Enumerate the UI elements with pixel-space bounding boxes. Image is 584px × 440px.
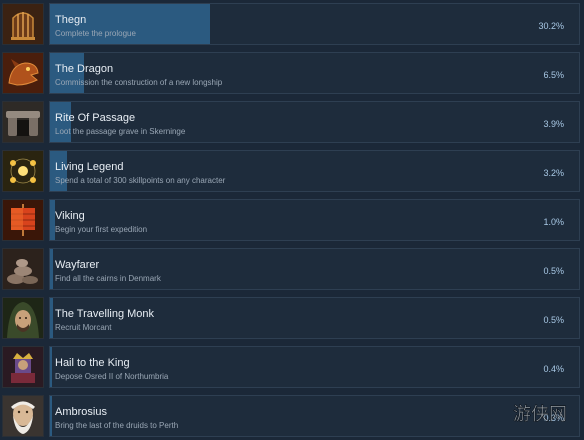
unlock-percentage: 3.2% (543, 168, 564, 178)
king-icon (2, 346, 44, 388)
unlock-percentage: 1.0% (543, 217, 564, 227)
achievement-title: Viking (55, 210, 85, 222)
achievement-description: Recruit Morcant (55, 323, 112, 332)
achievement-title: Ambrosius (55, 406, 107, 418)
unlock-rate-bar (50, 249, 53, 289)
achievement-list: Thegn Complete the prologue 30.2% The Drago… (0, 0, 584, 440)
achievement-panel: Rite Of Passage Loot the passage grave in… (49, 101, 580, 143)
achievement-row-viking[interactable]: Viking Begin your first expedition 1.0% (0, 197, 584, 243)
achievement-title: Thegn (55, 14, 87, 26)
achievement-panel: The Dragon Commission the construction of… (49, 52, 580, 94)
achievement-row-rite-of-passage[interactable]: Rite Of Passage Loot the passage grave in… (0, 99, 584, 145)
achievement-title: Wayfarer (55, 259, 100, 271)
dragon-head-icon (2, 52, 44, 94)
hooded-monk-icon (2, 297, 44, 339)
achievement-description: Find all the cairns in Denmark (55, 274, 161, 283)
achievement-description: Spend a total of 300 skillpoints on any … (55, 176, 226, 185)
unlock-percentage: 0.4% (543, 364, 564, 374)
achievement-description: Complete the prologue (55, 29, 136, 38)
unlock-percentage: 3.9% (543, 119, 564, 129)
achievement-panel: The Travelling Monk Recruit Morcant 0.5% (49, 297, 580, 339)
achievement-row-hail-to-the-king[interactable]: Hail to the King Depose Osred II of North… (0, 344, 584, 390)
achievement-row-the-travelling-monk[interactable]: The Travelling Monk Recruit Morcant 0.5% (0, 295, 584, 341)
achievement-title: Living Legend (55, 161, 124, 173)
achievement-row-living-legend[interactable]: Living Legend Spend a total of 300 skillp… (0, 148, 584, 194)
unlock-percentage: 0.3% (543, 413, 564, 423)
cairn-icon (2, 248, 44, 290)
achievement-panel: Wayfarer Find all the cairns in Denmark 0.… (49, 248, 580, 290)
achievement-row-the-dragon[interactable]: The Dragon Commission the construction of… (0, 50, 584, 96)
achievement-row-wayfarer[interactable]: Wayfarer Find all the cairns in Denmark 0.… (0, 246, 584, 292)
achievement-title: Hail to the King (55, 357, 130, 369)
sail-icon (2, 199, 44, 241)
achievement-panel: Viking Begin your first expedition 1.0% (49, 199, 580, 241)
unlock-percentage: 0.5% (543, 266, 564, 276)
glowing-orbs-icon (2, 150, 44, 192)
achievement-description: Commission the construction of a new lon… (55, 78, 223, 87)
achievement-panel: Thegn Complete the prologue 30.2% (49, 3, 580, 45)
achievement-row-thegn[interactable]: Thegn Complete the prologue 30.2% (0, 1, 584, 47)
unlock-rate-bar (50, 347, 52, 387)
achievement-description: Bring the last of the druids to Perth (55, 421, 179, 430)
unlock-rate-bar (50, 298, 53, 338)
achievement-title: The Travelling Monk (55, 308, 155, 320)
achievement-row-ambrosius[interactable]: Ambrosius Bring the last of the druids to… (0, 393, 584, 439)
cage-icon (2, 3, 44, 45)
standing-stones-icon (2, 101, 44, 143)
achievement-description: Begin your first expedition (55, 225, 148, 234)
achievement-title: The Dragon (55, 63, 114, 75)
unlock-percentage: 0.5% (543, 315, 564, 325)
unlock-rate-bar (50, 396, 52, 436)
achievement-title: Rite Of Passage (55, 112, 136, 124)
achievement-description: Depose Osred II of Northumbria (55, 372, 169, 381)
unlock-percentage: 30.2% (538, 21, 564, 31)
achievement-panel: Ambrosius Bring the last of the druids to… (49, 395, 580, 437)
achievement-panel: Living Legend Spend a total of 300 skillp… (49, 150, 580, 192)
unlock-percentage: 6.5% (543, 70, 564, 80)
achievement-description: Loot the passage grave in Skerninge (55, 127, 186, 136)
achievement-panel: Hail to the King Depose Osred II of North… (49, 346, 580, 388)
old-druid-icon (2, 395, 44, 437)
